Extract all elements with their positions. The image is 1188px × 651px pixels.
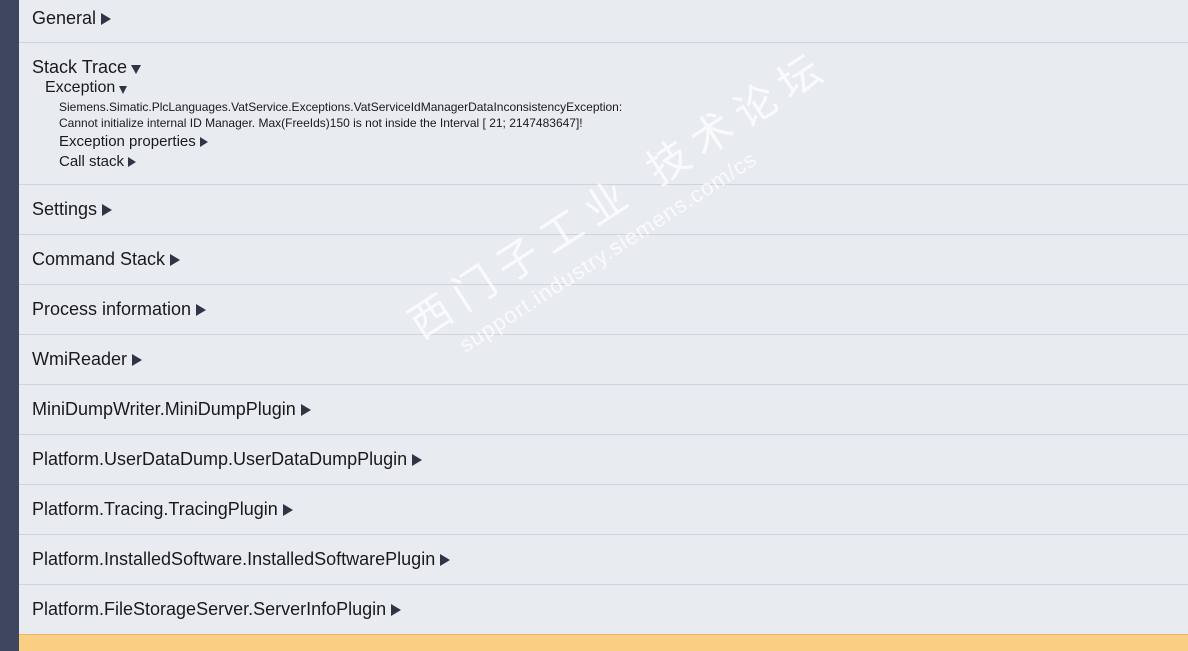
triangle-right-icon	[412, 453, 423, 466]
triangle-right-icon	[170, 253, 181, 266]
user-data-dump-label: Platform.UserDataDump.UserDataDumpPlugin	[32, 449, 408, 469]
file-storage-server-toggle[interactable]: Platform.FileStorageServer.ServerInfoPlu…	[32, 599, 402, 620]
section-general: General	[19, 0, 1188, 43]
exception-message: Cannot initialize internal ID Manager. M…	[59, 116, 583, 130]
installed-software-label: Platform.InstalledSoftware.InstalledSoft…	[32, 549, 436, 569]
section-settings: Settings	[19, 185, 1188, 235]
exception-type: Siemens.Simatic.PlcLanguages.VatService.…	[59, 100, 623, 114]
minidump-writer-toggle[interactable]: MiniDumpWriter.MiniDumpPlugin	[32, 399, 311, 420]
exception-properties-toggle[interactable]: Exception properties	[59, 132, 208, 151]
wmi-reader-label: WmiReader	[32, 349, 128, 369]
triangle-right-icon	[391, 603, 402, 616]
settings-label: Settings	[32, 199, 98, 219]
section-file-storage-server: Platform.FileStorageServer.ServerInfoPlu…	[19, 585, 1188, 635]
exception-label: Exception	[45, 79, 116, 96]
section-command-stack: Command Stack	[19, 235, 1188, 285]
status-bar	[19, 634, 1188, 651]
exception-toggle[interactable]: Exception	[45, 79, 128, 97]
triangle-down-icon	[119, 86, 128, 94]
section-wmi-reader: WmiReader	[19, 335, 1188, 385]
section-process-information: Process information	[19, 285, 1188, 335]
report-content: General Stack Trace Exception Siemens.Si…	[19, 0, 1188, 651]
call-stack-label: Call stack	[59, 153, 125, 170]
exception-body: Siemens.Simatic.PlcLanguages.VatService.…	[45, 99, 1188, 171]
section-installed-software: Platform.InstalledSoftware.InstalledSoft…	[19, 535, 1188, 585]
triangle-down-icon	[131, 65, 142, 74]
triangle-right-icon	[101, 12, 112, 25]
command-stack-toggle[interactable]: Command Stack	[32, 249, 181, 270]
installed-software-toggle[interactable]: Platform.InstalledSoftware.InstalledSoft…	[32, 549, 451, 570]
triangle-right-icon	[282, 503, 293, 516]
triangle-right-icon	[199, 136, 208, 147]
settings-toggle[interactable]: Settings	[32, 199, 113, 220]
triangle-right-icon	[102, 203, 113, 216]
section-user-data-dump: Platform.UserDataDump.UserDataDumpPlugin	[19, 435, 1188, 485]
process-information-label: Process information	[32, 299, 192, 319]
exception-properties-label: Exception properties	[59, 133, 196, 150]
section-minidump-writer: MiniDumpWriter.MiniDumpPlugin	[19, 385, 1188, 435]
triangle-right-icon	[128, 156, 137, 167]
left-accent-bar	[0, 0, 19, 651]
process-information-toggle[interactable]: Process information	[32, 299, 207, 320]
tracing-toggle[interactable]: Platform.Tracing.TracingPlugin	[32, 499, 293, 520]
triangle-right-icon	[196, 303, 207, 316]
stack-trace-toggle[interactable]: Stack Trace	[32, 57, 142, 78]
stack-trace-label: Stack Trace	[32, 57, 128, 77]
general-label: General	[32, 8, 97, 28]
command-stack-label: Command Stack	[32, 249, 166, 269]
user-data-dump-toggle[interactable]: Platform.UserDataDump.UserDataDumpPlugin	[32, 449, 423, 470]
report-window: General Stack Trace Exception Siemens.Si…	[0, 0, 1188, 651]
file-storage-server-label: Platform.FileStorageServer.ServerInfoPlu…	[32, 599, 387, 619]
wmi-reader-toggle[interactable]: WmiReader	[32, 349, 143, 370]
minidump-writer-label: MiniDumpWriter.MiniDumpPlugin	[32, 399, 296, 419]
triangle-right-icon	[132, 353, 143, 366]
exception-block: Exception Siemens.Simatic.PlcLanguages.V…	[32, 79, 1188, 171]
section-tracing: Platform.Tracing.TracingPlugin	[19, 485, 1188, 535]
call-stack-toggle[interactable]: Call stack	[59, 152, 137, 171]
general-toggle[interactable]: General	[32, 8, 112, 29]
triangle-right-icon	[300, 403, 311, 416]
tracing-label: Platform.Tracing.TracingPlugin	[32, 499, 278, 519]
section-stack-trace: Stack Trace Exception Siemens.Simatic.Pl…	[19, 43, 1188, 185]
triangle-right-icon	[440, 553, 451, 566]
